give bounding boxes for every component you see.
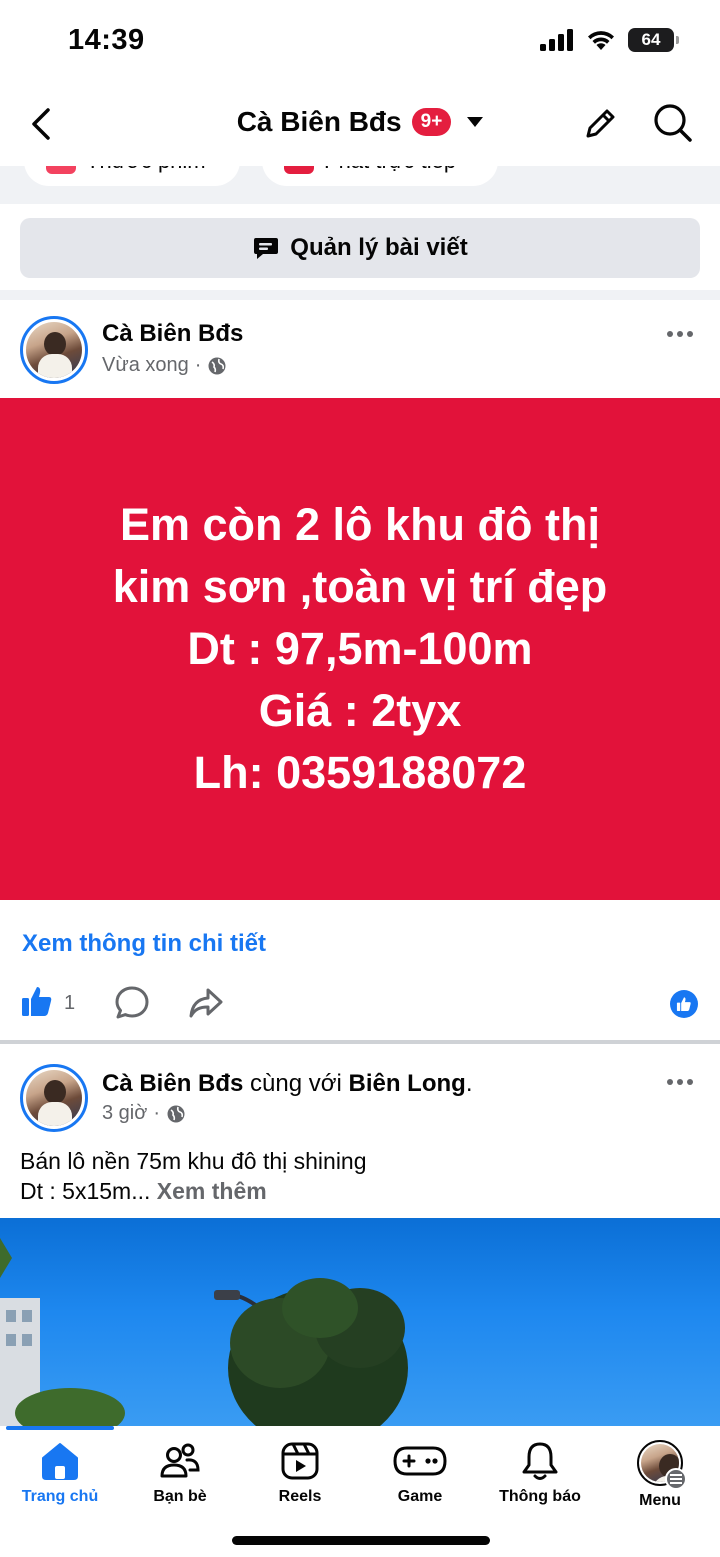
post2-line1: Bán lô nền 75m khu đô thị shining [20,1148,367,1174]
profile-photo [26,1070,82,1126]
live-icon [284,166,314,174]
post2-author[interactable]: Cà Biên Bđs [102,1070,243,1097]
see-more-link[interactable]: Xem thêm [157,1178,267,1204]
post1-header: Cà Biên Bđs Vừa xong · [0,310,720,390]
reels-icon [281,1442,319,1480]
menu-avatar [637,1440,687,1490]
globe-icon [167,1105,185,1122]
share-icon[interactable] [188,986,224,1020]
home-icon [42,1443,78,1480]
comment-icon[interactable] [114,985,150,1021]
avatar[interactable] [20,316,88,384]
post2-photo[interactable] [0,1218,720,1428]
post1-author[interactable]: Cà Biên Bđs [102,320,243,347]
active-tab-indicator [6,1426,114,1430]
live-shortcut[interactable]: Phát trực tiếp [262,166,498,186]
reaction-like-icon[interactable] [670,990,698,1018]
post2-with: cùng với [250,1070,342,1097]
nav-label: Bạn bè [153,1488,207,1505]
nav-home[interactable]: Trang chủ [0,1440,120,1506]
post2-body: Bán lô nền 75m khu đô thị shining Dt : 5… [20,1146,367,1206]
nav-label: Reels [278,1488,322,1505]
caret-down-icon [467,117,484,127]
tree-photo [0,1238,408,1428]
divider [0,1040,720,1044]
bell-icon [522,1442,558,1480]
post2-meta: 3 giờ · [102,1102,186,1125]
post1-author-line: Cà Biên Bđs [102,320,243,348]
post2-time[interactable]: 3 giờ [102,1102,147,1125]
post2-author-line: Cà Biên Bđs cùng với Biên Long. [102,1070,473,1098]
edit-button[interactable] [580,104,620,144]
post1-actions: 1 [0,982,720,1026]
meta-dot: · [153,1102,161,1124]
thumbs-up-icon [676,997,691,1012]
nav-label: Menu [639,1492,681,1509]
like-count: 1 [64,992,76,1014]
nav-label: Game [397,1488,443,1505]
dot [677,331,683,337]
chat-bubble-icon [254,238,279,259]
post1-time[interactable]: Vừa xong [102,354,189,377]
divider [0,290,720,300]
dot [667,331,673,337]
post2-tagged[interactable]: Biên Long [349,1070,466,1097]
status-time: 14:39 [68,24,145,56]
wifi-icon [588,31,614,50]
manage-posts-label: Quản lý bài viết [290,234,468,261]
manage-area: Quản lý bài viết [0,204,720,300]
post1-text-card[interactable]: Em còn 2 lô khu đô thị kim sơn ,toàn vị … [0,398,720,900]
post2-header: Cà Biên Bđs cùng với Biên Long. 3 giờ · [0,1058,720,1138]
post2-line2-text: Dt : 5x15m... [20,1178,151,1204]
manage-posts-button[interactable]: Quản lý bài viết [20,218,700,278]
hamburger-icon [665,1468,687,1490]
more-options-button[interactable] [664,1072,696,1092]
pencil-icon [586,109,615,138]
meta-dot: · [194,354,202,376]
nav-menu[interactable]: Menu [600,1440,720,1510]
live-shortcut-label: Phát trực tiếp [324,166,456,174]
reels-shortcut[interactable]: Thước phim [24,166,240,186]
friends-icon [160,1443,200,1478]
dot [677,1079,683,1085]
card-line: Em còn 2 lô khu đô thị [119,499,600,550]
reels-shortcut-label: Thước phim [86,166,206,174]
nav-friends[interactable]: Bạn bè [120,1440,240,1506]
signal-icon [540,29,573,51]
dot [687,1079,693,1085]
profile-photo [26,322,82,378]
card-line: Lh: 0359188072 [193,747,527,798]
reels-icon [46,166,76,174]
nav-reels[interactable]: Reels [240,1440,360,1506]
search-button[interactable] [652,102,694,144]
battery-icon: 64 [628,28,679,52]
card-line: kim sơn ,toàn vị trí đẹp [112,561,608,612]
nav-notifications[interactable]: Thông báo [480,1440,600,1506]
avatar[interactable] [20,1064,88,1132]
nav-label: Thông báo [499,1488,581,1505]
post1-meta: Vừa xong · [102,354,227,377]
post2-line2: Dt : 5x15m... Xem thêm [20,1176,367,1206]
search-icon [654,104,692,142]
composer-shortcuts: Thước phim Phát trực tiếp [0,166,720,204]
gamepad-icon [393,1446,447,1476]
dot [687,331,693,337]
notification-badge: 9+ [411,108,452,136]
home-indicator [232,1536,490,1545]
globe-icon [208,357,226,374]
nav-game[interactable]: Game [360,1440,480,1506]
detail-link[interactable]: Xem thông tin chi tiết [22,930,266,958]
card-line: Dt : 97,5m-100m [187,623,533,674]
app-header: Cà Biên Bđs 9+ [0,82,720,166]
status-bar: 14:39 64 [0,0,720,82]
more-options-button[interactable] [664,324,696,344]
dot [667,1079,673,1085]
card-line: Giá : 2tyx [258,685,462,736]
nav-label: Trang chủ [21,1488,99,1505]
status-icons: 64 [540,28,679,52]
menu-lines-icon [670,1474,682,1484]
post2-period: . [465,1070,473,1097]
page-title: Cà Biên Bđs [236,106,402,137]
like-button[interactable] [20,984,54,1018]
